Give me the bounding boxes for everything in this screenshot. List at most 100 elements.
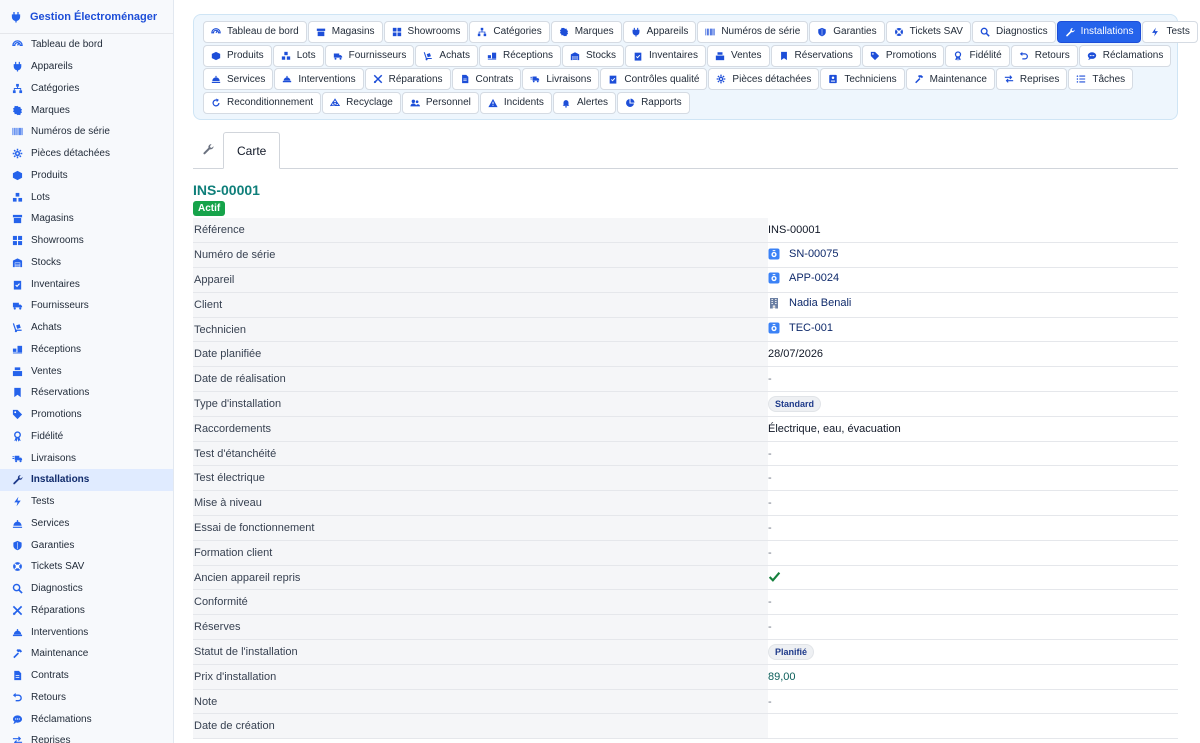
nav-button-techniciens[interactable]: Techniciens	[820, 68, 905, 91]
sidebar-item-inventaires[interactable]: Inventaires	[0, 273, 173, 295]
search-icon	[12, 583, 23, 594]
nav-button-label: Incidents	[503, 97, 544, 109]
detail-row-client: Client Nadia Benali	[193, 292, 1178, 318]
record-icon	[768, 272, 780, 284]
sidebar-item-installations[interactable]: Installations	[0, 469, 173, 491]
nav-button-interventions[interactable]: Interventions	[274, 68, 364, 91]
nav-button-reprises[interactable]: Reprises	[995, 68, 1068, 91]
sidebar-item-stocks[interactable]: Stocks	[0, 252, 173, 274]
sidebar-item-reprises[interactable]: Reprises	[0, 730, 173, 743]
link-text: Nadia Benali	[789, 297, 852, 310]
nav-button-reclamations[interactable]: Réclamations	[1078, 44, 1172, 67]
nav-button-categories[interactable]: Catégories	[469, 20, 550, 43]
nav-button-rapports[interactable]: Rapports	[617, 91, 690, 114]
nav-button-tickets-sav[interactable]: Tickets SAV	[885, 20, 971, 43]
nav-button-tests[interactable]: Tests	[1142, 20, 1198, 43]
sidebar-item-livraisons[interactable]: Livraisons	[0, 447, 173, 469]
nav-button-receptions[interactable]: Réceptions	[478, 44, 562, 67]
record-link[interactable]: TEC-001	[768, 322, 833, 334]
field-label: Date de création	[193, 713, 768, 740]
sidebar-item-tickets-sav[interactable]: Tickets SAV	[0, 556, 173, 578]
sidebar-item-receptions[interactable]: Réceptions	[0, 339, 173, 361]
record-link[interactable]: Nadia Benali	[768, 297, 852, 310]
nav-button-recyclage[interactable]: Recyclage	[322, 91, 401, 114]
nav-button-fournisseurs[interactable]: Fournisseurs	[324, 44, 415, 67]
sidebar-item-magasins[interactable]: Magasins	[0, 208, 173, 230]
sidebar-item-tests[interactable]: Tests	[0, 491, 173, 513]
nav-button-numeros-de-serie[interactable]: Numéros de série	[697, 20, 809, 43]
nav-button-fidelite[interactable]: Fidélité	[945, 44, 1010, 67]
sidebar-item-interventions[interactable]: Interventions	[0, 621, 173, 643]
nav-button-lots[interactable]: Lots	[272, 44, 324, 67]
nav-button-installations[interactable]: Installations	[1056, 20, 1142, 43]
tab-card[interactable]: Carte	[223, 132, 281, 169]
concierge-icon	[211, 74, 221, 84]
nav-button-label: Réceptions	[502, 50, 554, 62]
sidebar-item-pieces-detachees[interactable]: Pièces détachées	[0, 143, 173, 165]
nav-button-inventaires[interactable]: Inventaires	[625, 44, 706, 67]
nav-button-ventes[interactable]: Ventes	[706, 44, 770, 67]
nav-button-maintenance[interactable]: Maintenance	[905, 68, 995, 91]
nav-button-label: Interventions	[298, 73, 356, 85]
nav-button-reparations[interactable]: Réparations	[364, 68, 451, 91]
sidebar-item-reservations[interactable]: Réservations	[0, 382, 173, 404]
sidebar-item-numeros-de-serie[interactable]: Numéros de série	[0, 121, 173, 143]
nav-button-label: Maintenance	[929, 73, 987, 85]
nav-button-marques[interactable]: Marques	[550, 20, 622, 43]
bolt-icon	[1150, 27, 1160, 37]
award-icon	[953, 50, 963, 61]
sidebar-item-fidelite[interactable]: Fidélité	[0, 426, 173, 448]
nav-button-livraisons[interactable]: Livraisons	[522, 68, 600, 91]
nav-button-taches[interactable]: Tâches	[1068, 68, 1134, 91]
nav-button-contrats[interactable]: Contrats	[451, 68, 522, 91]
sidebar-item-marques[interactable]: Marques	[0, 99, 173, 121]
nav-row: Services Interventions Réparations Contrats…	[203, 67, 1167, 91]
nav-button-promotions[interactable]: Promotions	[861, 44, 945, 67]
sidebar-item-appareils[interactable]: Appareils	[0, 56, 173, 78]
sidebar-item-lots[interactable]: Lots	[0, 186, 173, 208]
nav-button-tableau-de-bord[interactable]: Tableau de bord	[203, 20, 307, 43]
nav-button-personnel[interactable]: Personnel	[401, 91, 479, 114]
nav-button-services[interactable]: Services	[203, 68, 274, 91]
record-icon	[768, 248, 780, 260]
sidebar-item-services[interactable]: Services	[0, 513, 173, 535]
wrench-icon[interactable]	[193, 130, 223, 168]
sidebar-item-promotions[interactable]: Promotions	[0, 404, 173, 426]
sidebar-item-fournisseurs[interactable]: Fournisseurs	[0, 295, 173, 317]
nav-button-garanties[interactable]: Garanties	[809, 20, 885, 43]
nav-button-stocks[interactable]: Stocks	[562, 44, 625, 67]
nav-button-showrooms[interactable]: Showrooms	[383, 20, 469, 43]
sidebar-item-maintenance[interactable]: Maintenance	[0, 643, 173, 665]
lifebuoy-icon	[894, 27, 904, 37]
sidebar-item-reparations[interactable]: Réparations	[0, 600, 173, 622]
sidebar-item-ventes[interactable]: Ventes	[0, 360, 173, 382]
sidebar-item-achats[interactable]: Achats	[0, 317, 173, 339]
record-link[interactable]: APP-0024	[768, 272, 839, 284]
check-icon	[768, 570, 781, 583]
nav-button-pieces-detachees[interactable]: Pièces détachées	[708, 68, 820, 91]
nav-button-retours[interactable]: Retours	[1010, 44, 1078, 67]
sidebar-menu: Tableau de bord Appareils Catégories Marque…	[0, 34, 173, 743]
record-link[interactable]: SN-00075	[768, 248, 839, 260]
nav-button-appareils[interactable]: Appareils	[622, 20, 697, 43]
sidebar-item-retours[interactable]: Retours	[0, 687, 173, 709]
store-icon	[316, 27, 326, 37]
sidebar-item-produits[interactable]: Produits	[0, 165, 173, 187]
app-brand[interactable]: Gestion Électroménager	[0, 0, 173, 34]
nav-button-alertes[interactable]: Alertes	[552, 91, 617, 114]
nav-button-achats[interactable]: Achats	[415, 44, 478, 67]
sidebar-item-showrooms[interactable]: Showrooms	[0, 230, 173, 252]
sidebar-item-categories[interactable]: Catégories	[0, 78, 173, 100]
nav-button-reservations[interactable]: Réservations	[770, 44, 861, 67]
sidebar-item-reclamations[interactable]: Réclamations	[0, 708, 173, 730]
nav-button-controles-qualite[interactable]: Contrôles qualité	[600, 68, 708, 91]
nav-button-reconditionnement[interactable]: Reconditionnement	[203, 91, 322, 114]
sidebar-item-diagnostics[interactable]: Diagnostics	[0, 578, 173, 600]
nav-button-diagnostics[interactable]: Diagnostics	[971, 20, 1056, 43]
sidebar-item-tableau-de-bord[interactable]: Tableau de bord	[0, 34, 173, 56]
sidebar-item-contrats[interactable]: Contrats	[0, 665, 173, 687]
nav-button-incidents[interactable]: Incidents	[479, 91, 552, 114]
nav-button-magasins[interactable]: Magasins	[307, 20, 383, 43]
nav-button-produits[interactable]: Produits	[203, 44, 272, 67]
sidebar-item-garanties[interactable]: Garanties	[0, 534, 173, 556]
